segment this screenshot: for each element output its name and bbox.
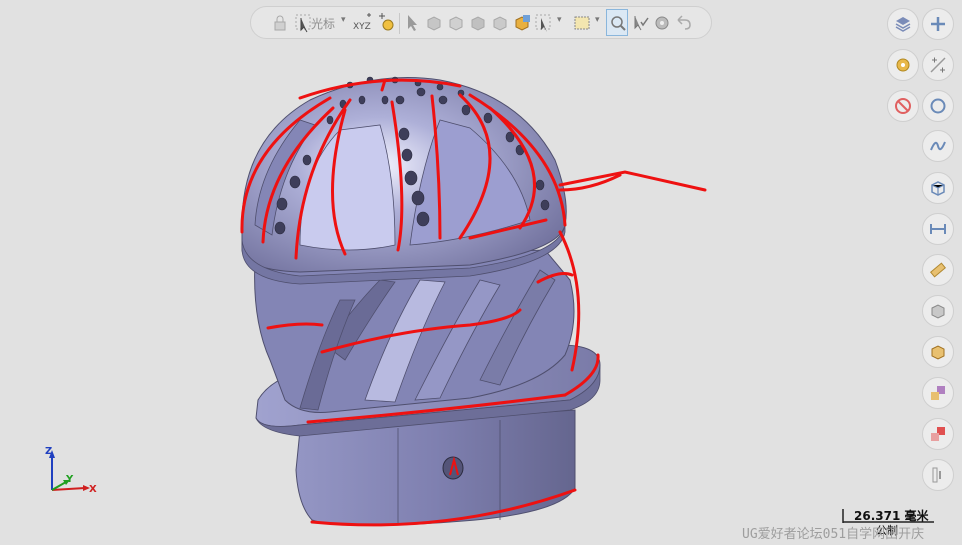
shaded-box-icon [931,304,945,319]
circle-icon [930,98,946,114]
gear-select-icon[interactable] [651,12,673,34]
box-select-icon[interactable] [571,12,593,34]
dome [241,77,567,273]
color-palette-icon [931,386,945,400]
triad-y-label: Y [65,474,74,485]
filter-body-icon[interactable] [423,12,445,34]
measure-button[interactable] [922,254,954,286]
xyz-icon[interactable]: XYZ [353,12,375,34]
layers-button[interactable] [887,8,919,40]
cancel-icon [895,98,911,114]
filter-assembly-icon[interactable] [511,12,533,34]
clip-button[interactable] [922,459,954,491]
undo-select-icon[interactable] [673,12,695,34]
check-select-icon[interactable] [629,12,651,34]
dropdown-arrow-icon[interactable]: ▾ [595,15,600,25]
cursor-label[interactable]: 光标 [311,15,335,32]
select-all-icon[interactable] [533,12,555,34]
render-box-button[interactable] [922,336,954,368]
snap-point-icon[interactable] [375,12,397,34]
measure-icon [930,262,946,278]
filter-face-icon[interactable] [445,12,467,34]
watermark-text: UG爱好者论坛051自学网田开庆 [742,527,925,542]
add-icon [931,17,945,31]
graphics-viewport[interactable] [0,0,962,545]
dropdown-arrow-icon[interactable]: ▾ [341,15,346,25]
snap-icon [930,57,946,73]
clip-icon [932,467,941,483]
toolbar-separator [399,13,400,34]
color-swap-button[interactable] [922,418,954,450]
model-part[interactable] [241,76,601,527]
triad-z-label: Z [45,446,52,457]
settings-icon [896,58,910,72]
cancel-button[interactable] [887,90,919,122]
circle-button[interactable] [922,90,954,122]
color-palette-button[interactable] [922,377,954,409]
dropdown-arrow-icon[interactable]: ▾ [557,15,562,25]
add-button[interactable] [922,8,954,40]
triad-x-label: X [89,484,97,495]
selection-toolbar: 光标 ▾ XYZ ▾ ▾ [250,6,712,39]
lock-icon[interactable] [269,12,291,34]
layers-icon [895,17,911,32]
dimension-icon [930,224,946,234]
snap-button[interactable] [922,49,954,81]
xyz-label: XYZ [353,22,371,32]
spline-button[interactable] [922,130,954,162]
coordinate-triad: Z Y X [45,446,97,495]
shaded-box-button[interactable] [922,295,954,327]
dimension-button[interactable] [922,213,954,245]
filter-edge-icon[interactable] [467,12,489,34]
view-box-button[interactable] [922,172,954,204]
view-box-icon [931,181,945,196]
select-arrow-icon[interactable] [401,12,423,34]
filter-solid-icon[interactable] [489,12,511,34]
color-swap-icon [931,427,945,441]
render-box-icon [931,345,945,360]
settings-button[interactable] [887,49,919,81]
spline-icon [930,141,946,151]
find-icon[interactable] [607,12,629,34]
